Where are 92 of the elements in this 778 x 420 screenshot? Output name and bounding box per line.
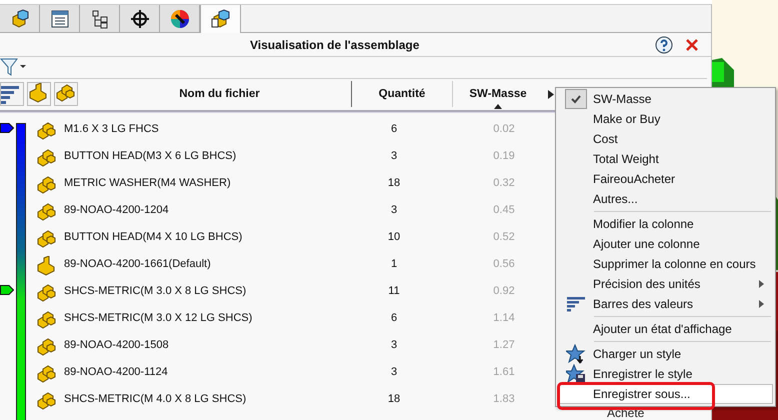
crosshair-icon[interactable] [130,8,150,28]
property-list-icon[interactable] [50,8,70,28]
file-name: 89-NOAO-4200-1508 [64,339,170,351]
parts-icon [36,310,56,330]
mass-value: 1.27 [492,339,516,351]
quantity: 3 [390,366,398,378]
value-bars-icon[interactable] [0,82,24,106]
tree-icon[interactable] [90,8,110,28]
part-icon [36,256,56,276]
part-cube-icon[interactable] [10,8,30,28]
parts-icon[interactable] [54,82,78,106]
color-wheel-icon[interactable] [170,8,190,28]
quantity: 6 [390,312,398,324]
value-marker-icon[interactable] [0,285,14,295]
tab[interactable] [160,5,200,32]
part-icon[interactable] [27,82,51,106]
help-icon[interactable] [655,36,673,54]
close-icon[interactable] [685,38,699,52]
menu-item[interactable]: Charger un style [558,344,773,364]
quantity: 11 [387,285,401,297]
quantity: 3 [390,150,398,162]
assembly-icon[interactable] [210,9,230,29]
menu-item[interactable]: Autres... [558,189,773,209]
mass-value: 0.32 [492,177,516,189]
mass-value: 1.83 [492,393,516,405]
tab[interactable] [120,5,160,32]
tab[interactable] [80,5,120,32]
tab[interactable] [40,5,80,32]
menu-item[interactable]: Supprimer la colonne en cours [558,254,773,274]
mass-value: 0.45 [492,204,516,216]
parts-icon [36,229,56,249]
parts-icon [36,175,56,195]
mass-value: 0.92 [492,285,516,297]
file-name: 89-NOAO-4200-1204 [64,204,170,216]
mass-value: 1.61 [492,366,516,378]
file-name: SHCS-METRIC(M 4.0 X 8 LG SHCS) [64,393,248,405]
column-header[interactable]: Nom du fichier [88,81,351,108]
filter-icon[interactable] [0,57,26,78]
file-name: BUTTON HEAD(M3 X 6 LG BHCS) [64,150,238,162]
quantity: 10 [386,231,402,243]
menu-item[interactable]: SW-Masse [558,89,773,109]
menu-item[interactable]: FaireouAcheter [558,169,773,189]
sort-arrow-icon [494,104,502,110]
parts-icon [36,121,56,141]
menu-item[interactable]: Modifier la colonne [558,214,773,234]
checkbox[interactable] [565,89,587,109]
file-name: M1.6 X 3 LG FHCS [64,123,160,135]
parts-icon [36,364,56,384]
menu-item[interactable]: Cost [558,129,773,149]
menu-item[interactable]: Barres des valeurs [558,294,773,314]
submenu-arrow-icon [759,300,764,308]
quantity: 1 [390,258,398,270]
check-icon [571,94,581,104]
star-download-icon [566,344,586,364]
menu-item[interactable]: Ajouter un état d'affichage [558,319,773,339]
parts-icon [36,391,56,411]
menu-item[interactable]: Enregistrer le style [558,364,773,384]
column-header[interactable]: Quantité [351,81,453,108]
parts-icon [36,202,56,222]
mass-value: 0.52 [492,231,516,243]
menu-item[interactable]: Précision des unités [558,274,773,294]
value-marker-icon[interactable] [0,123,14,133]
parts-icon [36,337,56,357]
file-name: METRIC WASHER(M4 WASHER) [64,177,232,189]
file-name: BUTTON HEAD(M4 X 10 LG BHCS) [64,231,244,243]
mass-value: 1.14 [492,312,516,324]
menu-item[interactable]: Ajouter une colonne [558,234,773,254]
value-bars-icon [567,296,585,312]
tab[interactable] [0,5,40,32]
file-name: 89-NOAO-4200-1124 [64,366,169,378]
quantity: 18 [386,177,402,189]
quantity: 3 [390,204,398,216]
menu-item[interactable]: Total Weight [558,149,773,169]
file-name: SHCS-METRIC(M 3.0 X 8 LG SHCS) [64,285,248,297]
mass-value: 0.19 [492,150,516,162]
tab[interactable] [200,5,241,33]
parts-icon [36,283,56,303]
panel-title: Visualisation de l'assemblage [250,38,420,52]
mass-value: 0.56 [492,258,516,270]
submenu-arrow-icon [759,280,764,288]
menu-item[interactable]: Make or Buy [558,109,773,129]
column-header[interactable]: SW-Masse [453,81,543,108]
mass-value: 0.02 [492,123,516,135]
quantity: 3 [390,339,398,351]
column-menu-arrow-icon[interactable] [548,90,554,99]
file-name: 89-NOAO-4200-1661(Default) [64,258,212,270]
quantity: 18 [386,393,402,405]
quantity: 6 [390,123,398,135]
parts-icon [36,148,56,168]
column-text: Achete [607,406,644,420]
file-name: SHCS-METRIC(M 3.0 X 12 LG SHCS) [64,312,254,324]
menu-item[interactable]: Enregistrer sous... [558,384,773,404]
